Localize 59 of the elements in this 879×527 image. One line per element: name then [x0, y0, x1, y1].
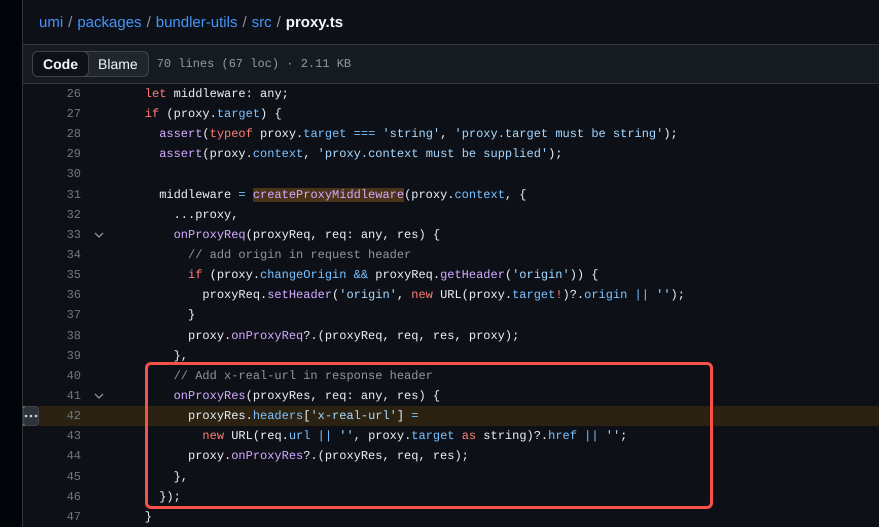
- file-info: 70 lines (67 loc) · 2.11 KB: [156, 57, 352, 72]
- breadcrumb-link[interactable]: src: [252, 14, 272, 31]
- line-number: 35: [66, 267, 81, 284]
- line-number: 46: [66, 488, 81, 506]
- more-options-button[interactable]: [23, 406, 39, 426]
- code-line: }: [144, 508, 152, 526]
- code-line: proxy.onProxyRes?.(proxyRes, req, res);: [187, 448, 469, 466]
- line-number: 45: [66, 468, 81, 486]
- breadcrumb-separator: /: [276, 14, 281, 31]
- code-line: ...proxy,: [172, 206, 238, 224]
- line-number: 43: [66, 428, 81, 446]
- line-number: 29: [66, 146, 81, 164]
- line-number: 34: [66, 247, 81, 264]
- line-number: 39: [66, 348, 81, 365]
- line-number: 47: [66, 508, 81, 526]
- breadcrumb-separator: /: [146, 14, 151, 31]
- code-line: }: [187, 307, 196, 324]
- code-line: // Add x-real-url in response header: [172, 368, 433, 385]
- view-tab[interactable]: Blame: [87, 51, 149, 78]
- code-line: if (proxy.target) {: [144, 106, 282, 124]
- line-number: 42: [66, 408, 81, 426]
- breadcrumb-current-file: proxy.ts: [286, 14, 344, 31]
- code-line: proxy.onProxyReq?.(proxyReq, req, res, proxy);: [187, 328, 520, 345]
- line-number: 26: [66, 86, 81, 103]
- code-line: middleware = createProxyMiddleware(proxy.context, {: [158, 186, 527, 204]
- code-line: });: [158, 488, 181, 506]
- breadcrumb-separator: /: [68, 14, 72, 31]
- view-tab[interactable]: Code: [32, 51, 89, 78]
- code-line: new URL(req.url || '', proxy.target as string)?.href || '';: [201, 428, 628, 446]
- line-number: 41: [66, 388, 81, 406]
- code-line: },: [172, 468, 188, 486]
- code-line: if (proxy.changeOrigin && proxyReq.getHeader('origin')) {: [187, 267, 599, 284]
- line-number: 36: [66, 287, 81, 304]
- code-line: let middleware: any;: [144, 86, 289, 103]
- chevron-down-icon[interactable]: [94, 232, 104, 238]
- breadcrumb-link[interactable]: umi: [39, 14, 64, 31]
- code-line: },: [172, 348, 188, 365]
- code-line: onProxyReq(proxyReq, req: any, res) {: [172, 226, 440, 244]
- line-number: 38: [66, 328, 81, 345]
- code-line: proxyReq.setHeader('origin', new URL(proxy.target!)?.origin || '');: [201, 287, 685, 304]
- kebab-horizontal-icon: [24, 414, 38, 418]
- line-number: 40: [66, 368, 81, 385]
- line-number: 30: [66, 166, 81, 184]
- code-line: proxyRes.headers['x-real-url'] =: [187, 408, 418, 426]
- line-number: 44: [66, 448, 81, 466]
- line-number: 32: [66, 206, 81, 224]
- breadcrumb-separator: /: [242, 14, 247, 31]
- chevron-down-icon[interactable]: [94, 393, 104, 400]
- line-number: 27: [66, 106, 81, 124]
- line-number: 31: [66, 186, 81, 204]
- code-line: assert(typeof proxy.target === 'string', 'proxy.target must be string');: [158, 126, 678, 144]
- code-line: assert(proxy.context, 'proxy.context must be supplied');: [158, 146, 563, 164]
- code-line: // add origin in request header: [187, 247, 412, 264]
- breadcrumb-link[interactable]: bundler-utils: [156, 14, 238, 31]
- line-number: 37: [66, 307, 81, 324]
- line-number: 33: [66, 226, 81, 244]
- line-number: 28: [66, 126, 81, 144]
- code-line: onProxyRes(proxyRes, req: any, res) {: [172, 388, 440, 406]
- breadcrumb-link[interactable]: packages: [77, 14, 142, 31]
